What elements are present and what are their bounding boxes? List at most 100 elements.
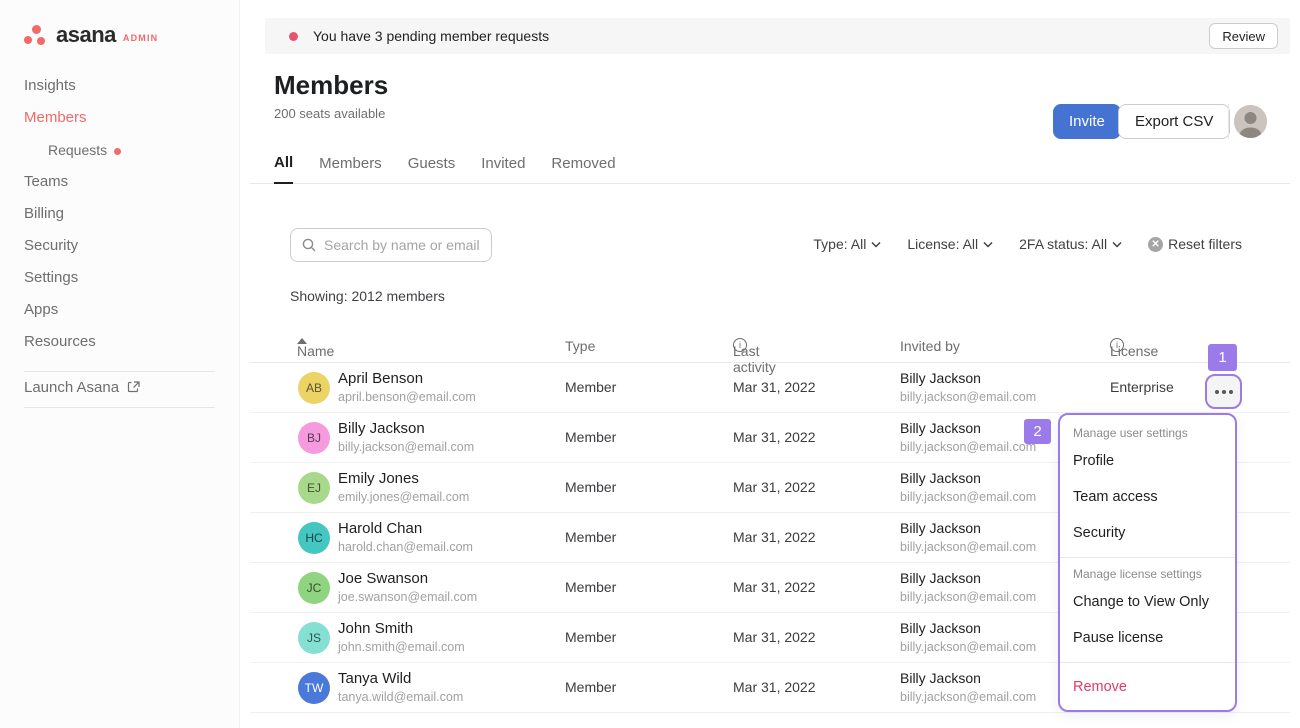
member-tabs: All Members Guests Invited Removed — [250, 150, 1290, 184]
invited-by-name: Billy Jackson — [900, 370, 981, 386]
menu-section-user-settings: Manage user settings — [1060, 423, 1235, 443]
member-count-summary: Showing: 2012 members — [290, 288, 445, 304]
menu-divider — [1060, 557, 1235, 558]
last-activity: Mar 31, 2022 — [733, 479, 816, 495]
invited-by-email: billy.jackson@email.com — [900, 390, 1036, 404]
member-email: emily.jones@email.com — [338, 490, 469, 504]
page-title: Members — [274, 70, 388, 101]
member-type: Member — [565, 379, 616, 395]
member-email: tanya.wild@email.com — [338, 690, 463, 704]
reset-filters[interactable]: ✕Reset filters — [1148, 236, 1242, 252]
tab-invited[interactable]: Invited — [481, 155, 525, 183]
member-actions-menu: Manage user settings Profile Team access… — [1058, 413, 1237, 712]
member-name: April Benson — [338, 370, 423, 387]
twofa-filter[interactable]: 2FA status: All — [1019, 236, 1122, 252]
menu-item-team-access[interactable]: Team access — [1060, 479, 1235, 515]
review-button[interactable]: Review — [1209, 23, 1278, 49]
pending-requests-banner: You have 3 pending member requests Revie… — [265, 18, 1290, 54]
search-input-wrapper — [290, 228, 492, 262]
sidebar-divider-top — [24, 371, 215, 372]
last-activity: Mar 31, 2022 — [733, 579, 816, 595]
invited-by-email: billy.jackson@email.com — [900, 640, 1036, 654]
seats-available: 200 seats available — [274, 106, 385, 121]
asana-logo-icon — [24, 25, 48, 46]
member-type: Member — [565, 529, 616, 545]
row-actions-button[interactable] — [1205, 374, 1242, 409]
filter-bar: Type: All License: All 2FA status: All ✕… — [813, 236, 1242, 252]
invited-by-name: Billy Jackson — [900, 520, 981, 536]
avatar: EJ — [298, 472, 330, 504]
member-name: Harold Chan — [338, 520, 422, 537]
column-last-activity[interactable]: Last activityi — [733, 338, 747, 352]
sidebar-item-billing[interactable]: Billing — [0, 198, 239, 230]
menu-item-change-to-view-only[interactable]: Change to View Only — [1060, 584, 1235, 620]
invited-by-email: billy.jackson@email.com — [900, 490, 1036, 504]
table-row-april-benson[interactable]: AB April Benson april.benson@email.com M… — [250, 363, 1290, 413]
member-type: Member — [565, 629, 616, 645]
avatar: BJ — [298, 422, 330, 454]
member-name: Emily Jones — [338, 470, 419, 487]
brand-name: asana — [56, 22, 116, 48]
type-filter-label: Type: All — [813, 236, 866, 252]
sidebar-item-teams[interactable]: Teams — [0, 166, 239, 198]
avatar: HC — [298, 522, 330, 554]
column-type[interactable]: Type — [565, 338, 595, 354]
tab-members[interactable]: Members — [319, 155, 382, 183]
invited-by-name: Billy Jackson — [900, 420, 981, 436]
member-type: Member — [565, 479, 616, 495]
column-name[interactable]: Name — [297, 338, 307, 344]
invited-by-name: Billy Jackson — [900, 470, 981, 486]
requests-notification-dot — [114, 148, 121, 155]
last-activity: Mar 31, 2022 — [733, 629, 816, 645]
banner-text: You have 3 pending member requests — [313, 28, 549, 44]
type-filter[interactable]: Type: All — [813, 236, 881, 252]
last-activity: Mar 31, 2022 — [733, 429, 816, 445]
alert-dot-icon — [289, 32, 298, 41]
chevron-down-icon — [871, 241, 881, 248]
menu-item-security[interactable]: Security — [1060, 515, 1235, 551]
annotation-step-2: 2 — [1024, 419, 1051, 444]
header-divider — [1228, 104, 1229, 139]
sidebar-item-insights[interactable]: Insights — [0, 70, 239, 102]
tab-removed[interactable]: Removed — [551, 155, 615, 183]
invite-button[interactable]: Invite — [1053, 104, 1121, 139]
member-email: harold.chan@email.com — [338, 540, 473, 554]
search-input[interactable] — [324, 237, 484, 253]
search-icon — [302, 238, 316, 252]
sidebar-item-resources[interactable]: Resources — [0, 326, 239, 358]
sidebar-item-requests[interactable]: Requests — [0, 134, 239, 166]
member-email: billy.jackson@email.com — [338, 440, 474, 454]
export-csv-button[interactable]: Export CSV — [1118, 104, 1230, 139]
license-filter[interactable]: License: All — [907, 236, 993, 252]
column-license[interactable]: Licensei — [1110, 338, 1124, 352]
menu-section-license-settings: Manage license settings — [1060, 564, 1235, 584]
member-name: Billy Jackson — [338, 420, 425, 437]
menu-item-pause-license[interactable]: Pause license — [1060, 620, 1235, 656]
asana-logo: asana ADMIN — [24, 22, 158, 48]
chevron-down-icon — [983, 241, 993, 248]
member-name: John Smith — [338, 620, 413, 637]
invited-by-name: Billy Jackson — [900, 670, 981, 686]
member-email: april.benson@email.com — [338, 390, 476, 404]
column-name-label: Name — [297, 343, 334, 359]
twofa-filter-label: 2FA status: All — [1019, 236, 1107, 252]
sidebar-item-security[interactable]: Security — [0, 230, 239, 262]
tab-all[interactable]: All — [274, 154, 293, 184]
sidebar-item-apps[interactable]: Apps — [0, 294, 239, 326]
launch-asana-link[interactable]: Launch Asana — [24, 379, 140, 396]
sidebar-nav: Insights Members Requests Teams Billing … — [0, 70, 239, 358]
invited-by-email: billy.jackson@email.com — [900, 540, 1036, 554]
menu-item-profile[interactable]: Profile — [1060, 443, 1235, 479]
license-filter-label: License: All — [907, 236, 978, 252]
menu-divider — [1060, 662, 1235, 663]
tab-guests[interactable]: Guests — [408, 155, 456, 183]
user-avatar[interactable] — [1234, 105, 1267, 138]
clear-filters-icon: ✕ — [1148, 237, 1163, 252]
annotation-step-1: 1 — [1208, 344, 1237, 371]
menu-item-remove[interactable]: Remove — [1060, 669, 1235, 705]
sidebar-item-members[interactable]: Members — [0, 102, 239, 134]
sidebar-item-settings[interactable]: Settings — [0, 262, 239, 294]
member-name: Joe Swanson — [338, 570, 428, 587]
column-invited-by[interactable]: Invited by — [900, 338, 960, 354]
sidebar-divider-bottom — [24, 407, 215, 408]
